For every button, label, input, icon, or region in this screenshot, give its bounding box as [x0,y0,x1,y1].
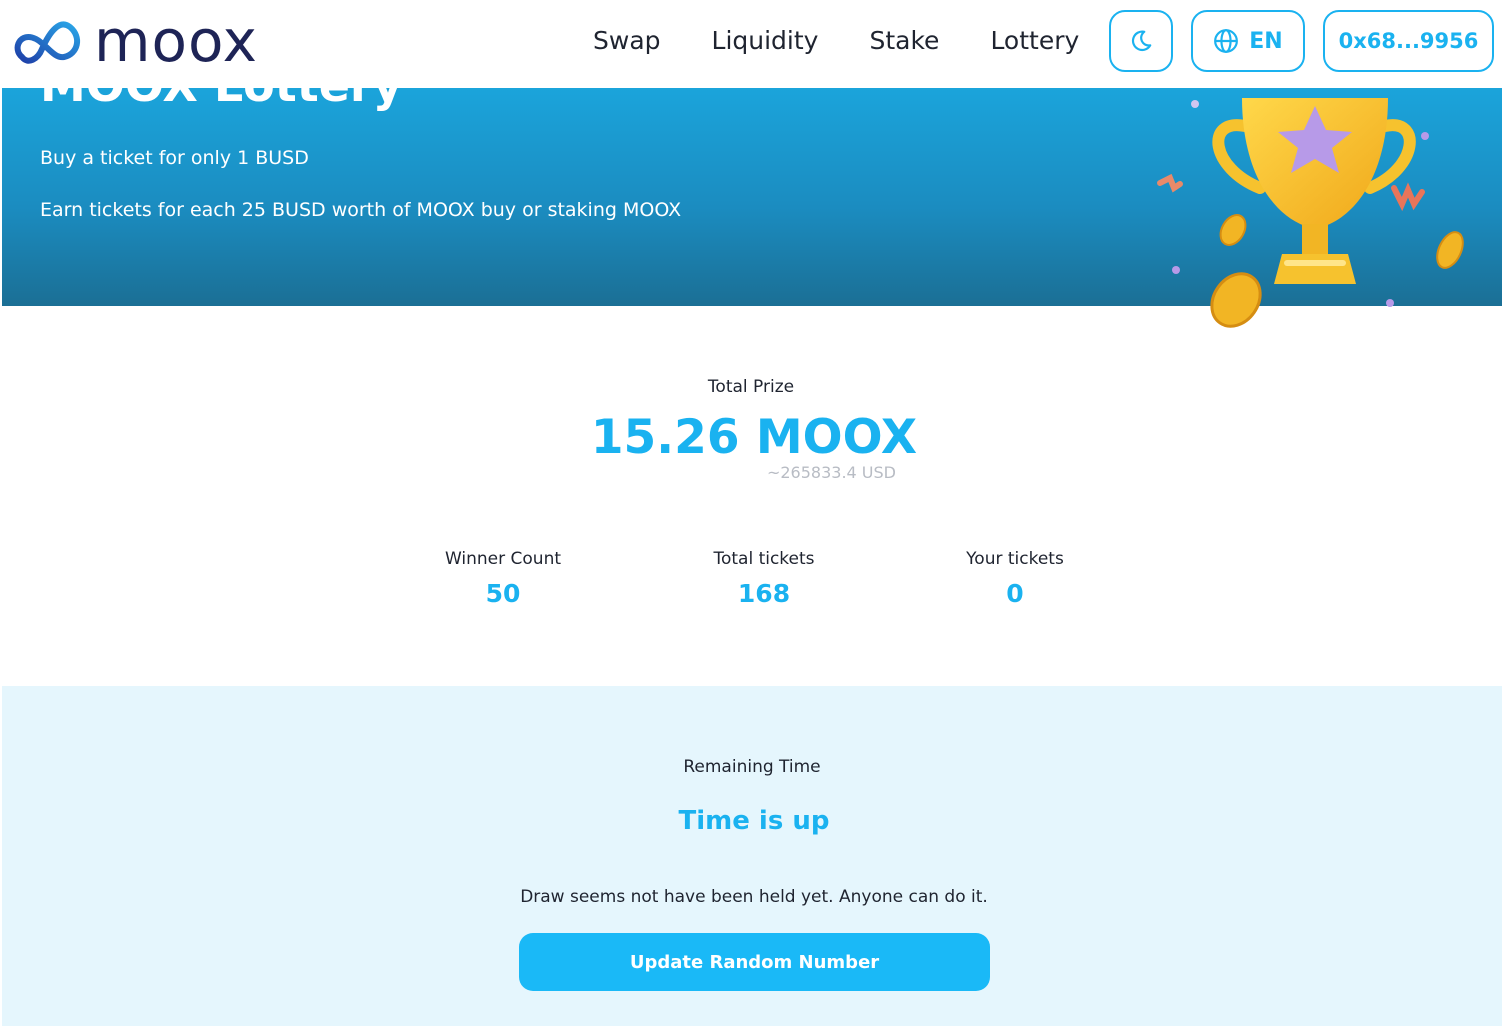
total-prize-usd: ~265833.4 USD [766,463,896,482]
stat-value: 0 [1006,579,1024,608]
trophy-illustration [1157,98,1464,328]
total-tickets-stat: Total tickets 168 [654,549,874,608]
top-navbar: moox Swap Liquidity Stake Lottery EN 0x6… [0,0,1502,88]
update-random-number-button[interactable]: Update Random Number [519,933,990,991]
total-prize-label: Total Prize [707,377,795,397]
your-tickets-stat: Your tickets 0 [905,549,1125,608]
nav-stake[interactable]: Stake [869,22,939,60]
theme-toggle-button[interactable] [1109,10,1173,72]
stat-value: 50 [485,579,521,608]
wallet-address-button[interactable]: 0x68...9956 [1323,10,1494,72]
stat-label: Total tickets [713,549,815,569]
nav-lottery[interactable]: Lottery [990,22,1079,60]
globe-icon [1214,29,1239,53]
nav-liquidity[interactable]: Liquidity [712,22,819,60]
hero-earn-tickets: Earn tickets for each 25 BUSD worth of M… [40,199,682,221]
draw-section: Remaining Time Time is up Draw seems not… [2,686,1502,1026]
remaining-time-status: Time is up [678,806,830,836]
total-prize-value: 15.26 MOOX [590,410,918,465]
brand-logo[interactable]: moox [12,6,292,76]
language-button[interactable]: EN [1191,10,1305,72]
stat-label: Your tickets [966,549,1064,569]
brand-wordmark: moox [94,7,259,75]
draw-note: Draw seems not have been held yet. Anyon… [520,887,988,907]
stat-value: 168 [737,579,791,608]
language-label: EN [1249,28,1283,54]
hero-title: MOOX Lottery [40,88,403,112]
winner-count-stat: Winner Count 50 [393,549,613,608]
infinity-logo-icon [14,21,81,64]
hero-ticket-price: Buy a ticket for only 1 BUSD [40,147,309,169]
moon-icon [1131,30,1152,52]
nav-swap[interactable]: Swap [593,22,661,60]
main-nav: Swap Liquidity Stake Lottery [593,22,1079,60]
wallet-address: 0x68...9956 [1338,29,1479,53]
remaining-time-label: Remaining Time [683,757,821,777]
stat-label: Winner Count [444,549,562,569]
